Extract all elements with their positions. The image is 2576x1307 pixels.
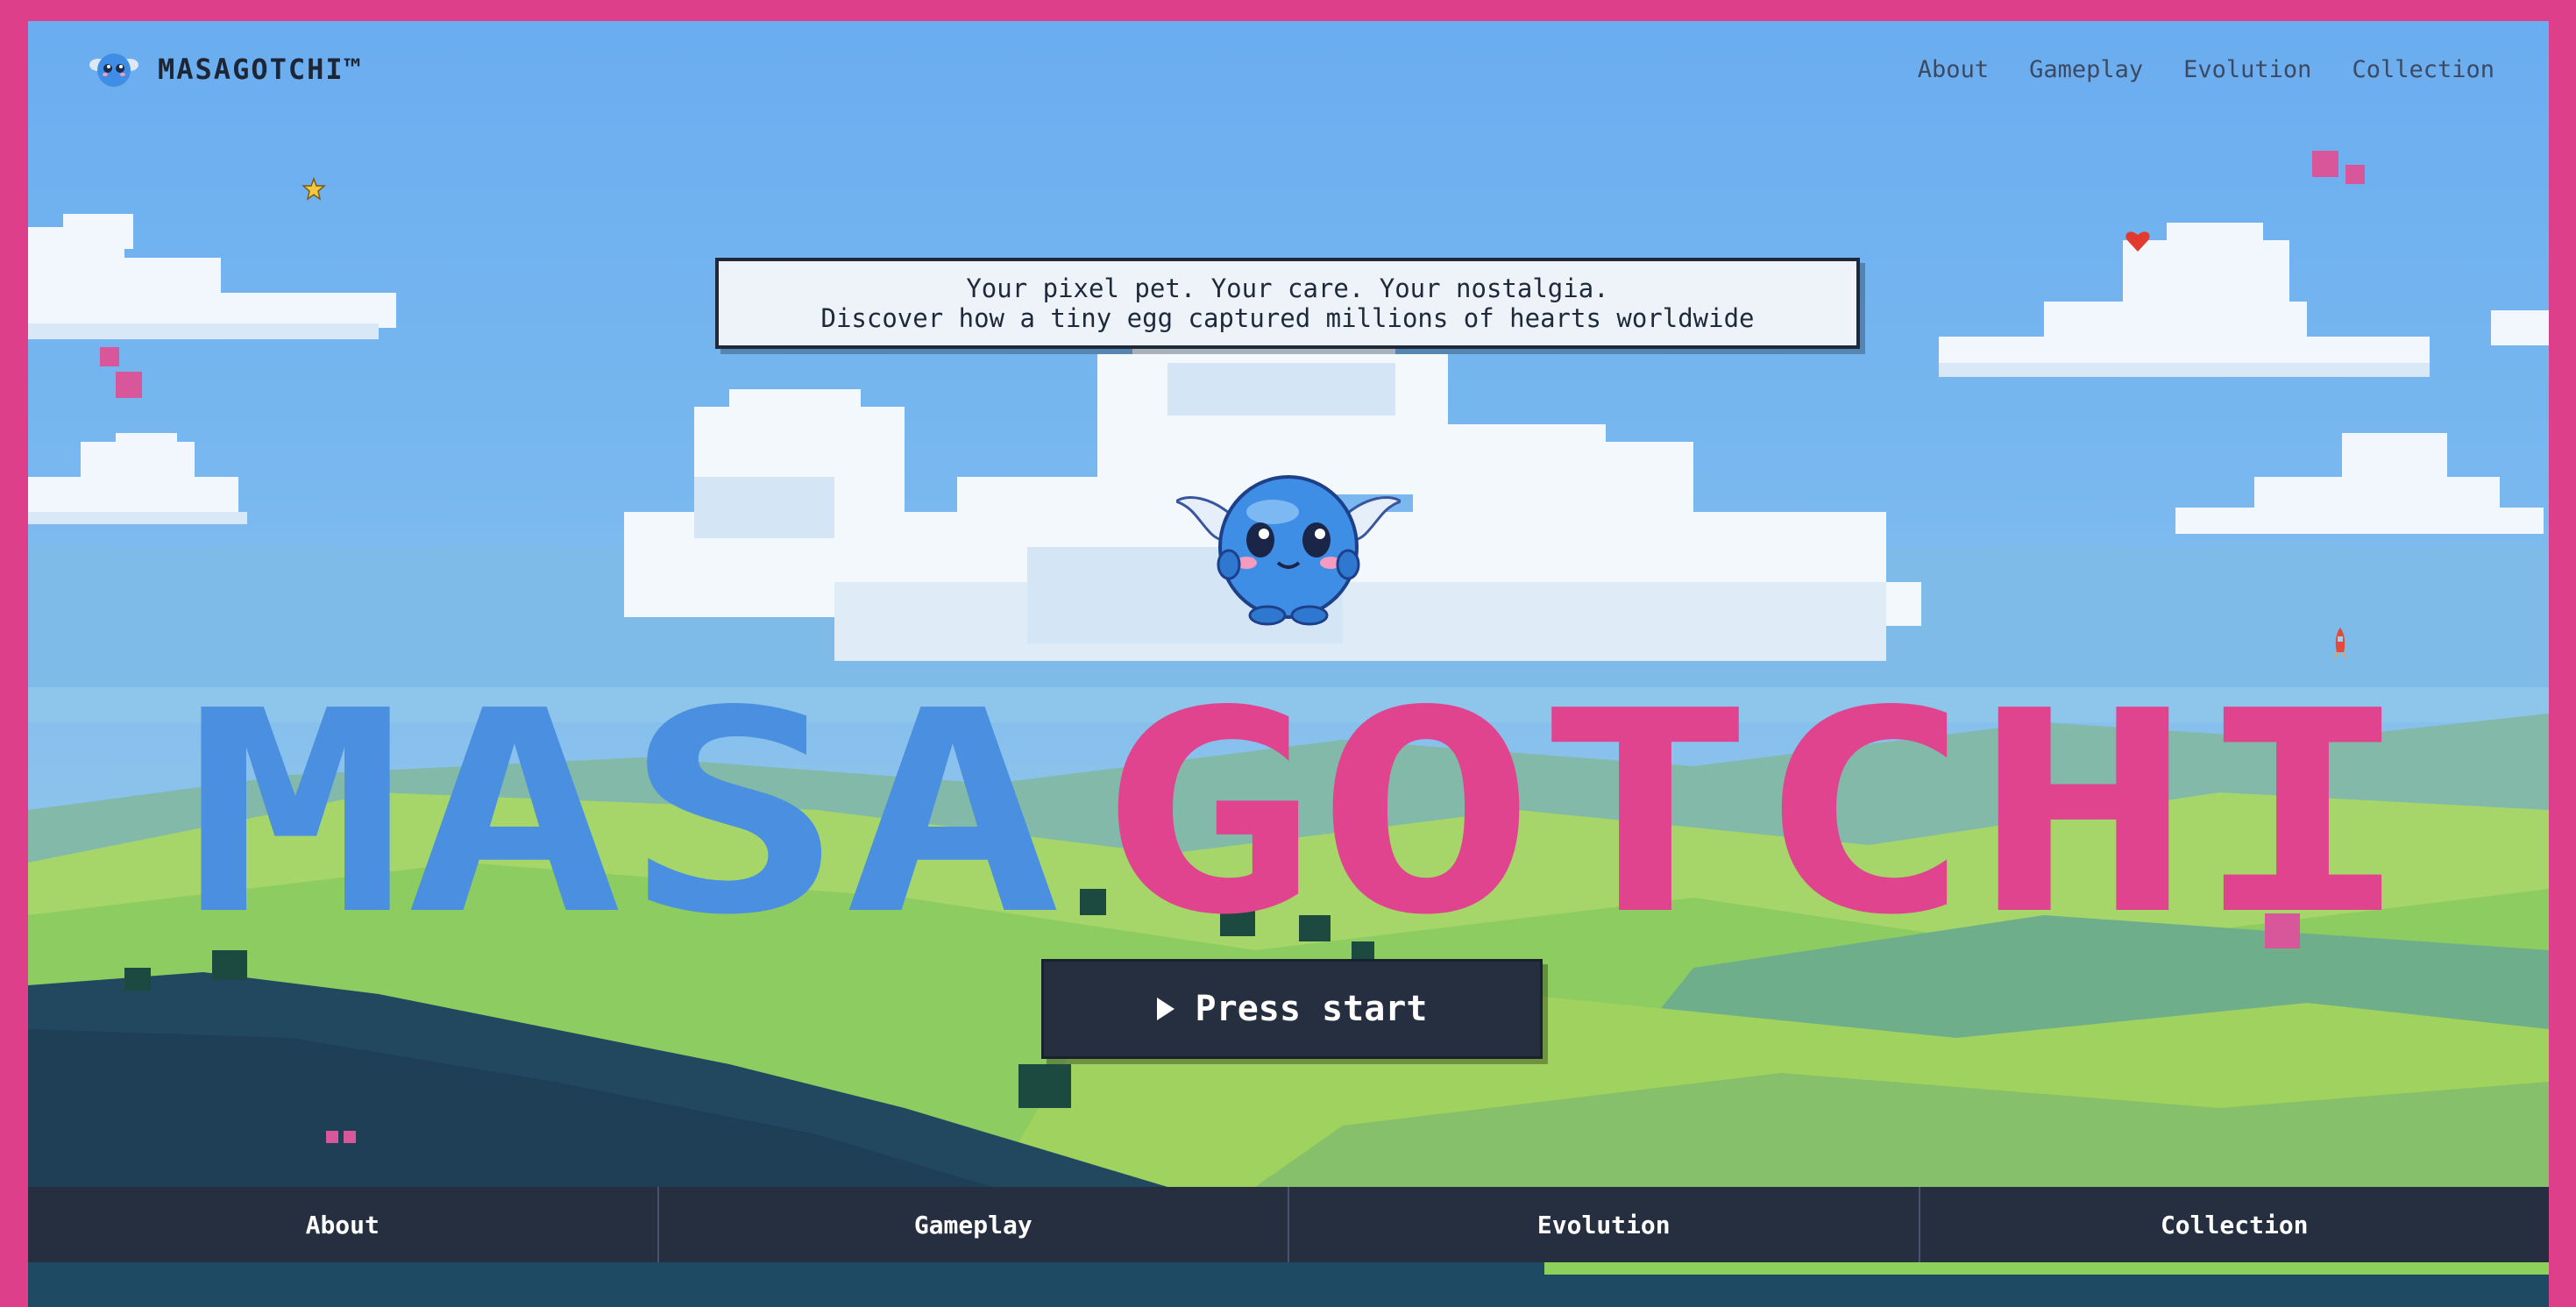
heart-icon bbox=[2125, 231, 2150, 252]
brand[interactable]: MASAGOTCHI™ bbox=[89, 47, 363, 91]
nav-link-collection[interactable]: Collection bbox=[2352, 56, 2494, 83]
bottom-nav-gameplay[interactable]: Gameplay bbox=[659, 1187, 1289, 1262]
top-navigation: MASAGOTCHI™ About Gameplay Evolution Col… bbox=[28, 21, 2549, 126]
nav-link-about[interactable]: About bbox=[1918, 56, 1989, 83]
brand-name: MASAGOTCHI™ bbox=[158, 53, 363, 86]
nav-links: About Gameplay Evolution Collection bbox=[1918, 56, 2494, 83]
nav-link-gameplay[interactable]: Gameplay bbox=[2029, 56, 2143, 83]
hero-title: MASA GOTCHI bbox=[186, 701, 2412, 938]
pixel-landscape-background bbox=[28, 21, 2549, 1307]
blue-pet-icon bbox=[89, 53, 138, 87]
page-frame: MASAGOTCHI™ About Gameplay Evolution Col… bbox=[28, 21, 2549, 1307]
bottom-navigation: About Gameplay Evolution Collection bbox=[28, 1187, 2549, 1262]
play-triangle-icon bbox=[1156, 998, 1174, 1020]
bottom-nav-evolution[interactable]: Evolution bbox=[1289, 1187, 1920, 1262]
nav-link-evolution[interactable]: Evolution bbox=[2183, 56, 2311, 83]
tagline-box: Your pixel pet. Your care. Your nostalgi… bbox=[715, 258, 1860, 349]
press-start-button[interactable]: Press start bbox=[1041, 959, 1543, 1059]
star-icon bbox=[302, 177, 326, 201]
hero-title-gotchi: GOTCHI bbox=[1097, 701, 2412, 938]
bottom-nav-collection[interactable]: Collection bbox=[1920, 1187, 2550, 1262]
hero-title-masa: MASA bbox=[186, 701, 1062, 938]
rocket-icon bbox=[2333, 628, 2347, 659]
winged-pet-mascot bbox=[1176, 475, 1401, 626]
tagline-line-2: Discover how a tiny egg captured million… bbox=[820, 303, 1755, 333]
bottom-nav-about[interactable]: About bbox=[28, 1187, 659, 1262]
press-start-label: Press start bbox=[1195, 989, 1428, 1029]
tagline-line-1: Your pixel pet. Your care. Your nostalgi… bbox=[966, 273, 1609, 303]
